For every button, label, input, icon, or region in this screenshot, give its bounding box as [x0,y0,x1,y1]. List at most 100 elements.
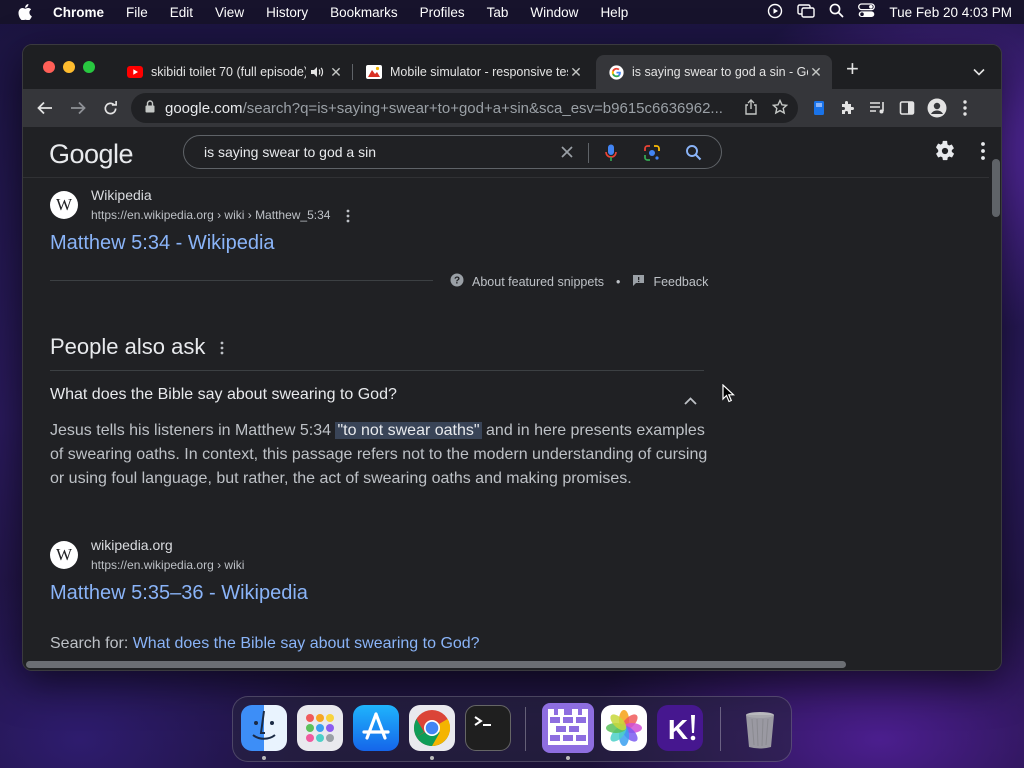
browser-toolbar: google.com/search?q=is+saying+swear+to+g… [23,89,1001,127]
result-title-link[interactable]: Matthew 5:34 - Wikipedia [50,232,275,255]
svg-text:K: K [668,714,688,745]
horizontal-scrollbar[interactable] [23,657,1001,670]
search-icon[interactable] [685,144,702,166]
spotlight-search-icon[interactable] [829,3,844,21]
source-site-name[interactable]: wikipedia.org [91,537,173,553]
url-path: /search?q=is+saying+swear+to+god+a+sin&s… [242,99,723,117]
menu-bookmarks[interactable]: Bookmarks [319,5,409,20]
horizontal-scroll-thumb[interactable] [26,661,846,668]
chrome-menu-icon[interactable] [963,100,967,121]
zoom-window-button[interactable] [83,61,95,73]
bookmark-star-icon[interactable] [771,98,789,119]
mouse-pointer-icon [722,383,736,408]
close-tab-icon[interactable]: ✕ [568,64,584,81]
trash-icon[interactable] [737,705,783,751]
control-center-icon[interactable] [858,3,876,21]
back-button[interactable] [28,101,61,115]
paa-question[interactable]: What does the Bible say about swearing t… [50,386,397,404]
menu-history[interactable]: History [255,5,319,20]
tab-google-search[interactable]: is saying swear to god a sin - Google Se… [596,55,832,89]
menu-tab[interactable]: Tab [476,5,520,20]
terminal-icon[interactable] [465,705,511,751]
tab-search-icon[interactable] [973,63,985,81]
apple-menu-icon[interactable] [0,4,50,20]
tab-mobile-simulator[interactable]: Mobile simulator - responsive testing ✕ [358,55,592,89]
screen-mirroring-icon[interactable] [797,3,816,22]
answer-text: Jesus tells his listeners in Matthew 5:3… [50,422,336,439]
search-for-line: Search for: What does the Bible say abou… [50,635,480,653]
menu-edit[interactable]: Edit [159,5,204,20]
app-store-icon[interactable] [353,705,399,751]
source-title-link[interactable]: Matthew 5:35–36 - Wikipedia [50,582,308,605]
side-panel-icon[interactable] [899,100,915,121]
dock-divider [720,707,721,751]
tab-strip: skibidi toilet 70 (full episode) ✕ Mobil… [23,45,1001,89]
vertical-scroll-thumb[interactable] [992,159,1000,217]
search-for-link[interactable]: What does the Bible say about swearing t… [133,635,480,652]
people-also-ask-options-icon[interactable] [220,341,224,360]
running-indicator [430,756,434,760]
answer-highlight: "to not swear oaths" [335,422,482,439]
reload-button[interactable] [94,100,127,116]
about-featured-snippets-link[interactable]: About featured snippets [472,275,604,289]
people-also-ask-heading: People also ask [50,334,206,359]
google-header: Google [23,127,989,177]
voice-search-icon[interactable] [605,144,617,167]
chrome-app-icon[interactable] [409,705,455,751]
forward-button[interactable] [61,101,94,115]
address-bar[interactable]: google.com/search?q=is+saying+swear+to+g… [131,93,798,123]
whisky-app-icon[interactable] [542,703,594,753]
profile-avatar-icon[interactable] [927,98,947,123]
site-info-icon[interactable] [145,99,155,117]
menu-help[interactable]: Help [589,5,639,20]
source-url[interactable]: https://en.wikipedia.org › wiki [91,558,244,572]
minimize-window-button[interactable] [63,61,75,73]
media-controls-icon[interactable] [869,100,887,121]
dock-divider [525,707,526,751]
running-indicator [566,756,570,760]
feedback-link[interactable]: Feedback [653,275,708,289]
share-icon[interactable] [744,99,758,119]
clear-search-icon[interactable] [559,144,575,165]
tab-audio-icon[interactable] [306,66,328,78]
result-site-name[interactable]: Wikipedia [91,187,152,203]
close-tab-icon[interactable]: ✕ [328,64,344,81]
menu-file[interactable]: File [115,5,159,20]
lens-search-icon[interactable] [643,144,661,167]
screen-recording-icon[interactable] [767,3,783,22]
menu-view[interactable]: View [204,5,255,20]
wikipedia-favicon: W [50,191,78,219]
search-box[interactable] [183,135,722,169]
google-logo[interactable]: Google [49,139,134,170]
extension-icon[interactable] [811,100,827,121]
new-tab-button[interactable]: + [846,58,859,80]
running-indicator [262,756,266,760]
menu-app-name[interactable]: Chrome [50,5,115,20]
extensions-puzzle-icon[interactable] [839,99,857,122]
footer-separator: • [616,274,621,289]
result-options-icon[interactable] [346,209,350,228]
close-tab-icon[interactable]: ✕ [808,64,824,81]
menu-profiles[interactable]: Profiles [409,5,476,20]
close-window-button[interactable] [43,61,55,73]
search-input[interactable] [204,144,544,160]
kahoot-icon[interactable]: K [657,705,703,751]
photos-icon[interactable] [601,705,647,751]
youtube-icon [127,64,143,80]
chrome-window: skibidi toilet 70 (full episode) ✕ Mobil… [22,44,1002,671]
snippet-divider [50,280,433,281]
settings-gear-icon[interactable] [934,140,956,167]
google-icon [608,64,624,80]
menu-window[interactable]: Window [519,5,589,20]
collapse-chevron-icon[interactable] [684,392,697,410]
finder-icon[interactable] [241,705,287,751]
launchpad-icon[interactable] [297,705,343,751]
google-results-page: Google is saying swear to god a sin W Wi… [23,127,989,657]
google-apps-menu-icon[interactable] [981,142,985,165]
result-url[interactable]: https://en.wikipedia.org › wiki › Matthe… [91,208,330,222]
tab-title: Mobile simulator - responsive testing [390,65,568,79]
tab-youtube[interactable]: skibidi toilet 70 (full episode) ✕ [119,55,353,89]
vertical-scrollbar[interactable] [989,127,1001,657]
search-box-divider [588,143,589,163]
menu-clock[interactable]: Tue Feb 20 4:03 PM [889,5,1012,20]
